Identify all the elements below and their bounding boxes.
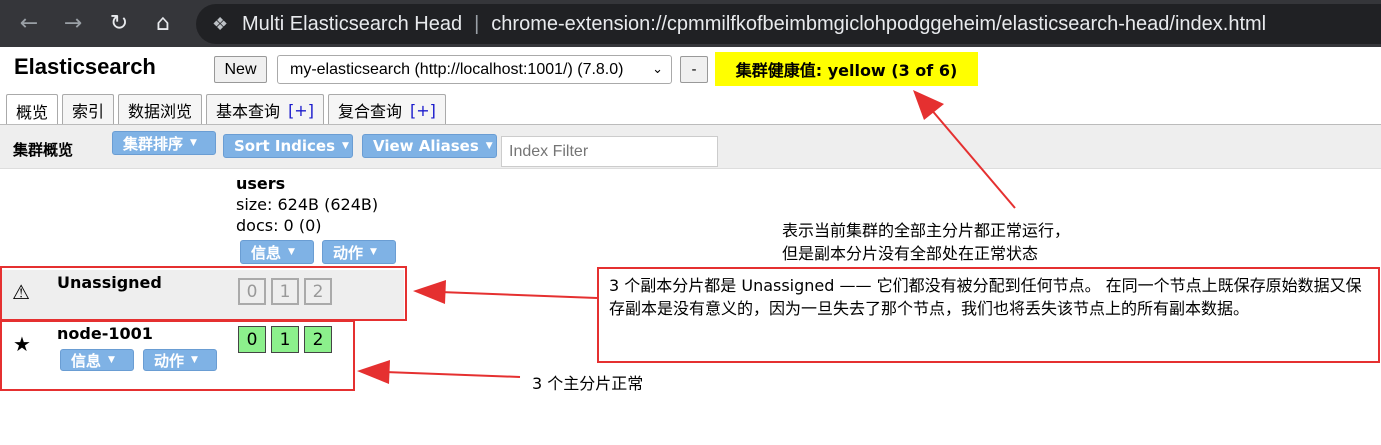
index-docs: docs: 0 (0) [236, 216, 322, 235]
tab-plus: [+] [288, 100, 314, 120]
forward-icon[interactable]: → [58, 8, 88, 38]
tab-label: 概览 [16, 102, 49, 122]
address-bar[interactable]: ❖ Multi Elasticsearch Head | chrome-exte… [196, 4, 1381, 44]
address-separator: | [474, 12, 480, 35]
tab-overview[interactable]: 概览 [6, 94, 59, 126]
tab-browser[interactable]: 数据浏览 [118, 94, 203, 125]
url-text: chrome-extension://cpmmilfkofbeimbmgiclo… [491, 12, 1267, 35]
tab-label: 数据浏览 [128, 102, 193, 121]
health-annotation-line: 但是副本分片没有全部处在正常状态 [782, 244, 1039, 263]
caret-down-icon: ▼ [485, 141, 493, 151]
remove-connection-button[interactable]: - [680, 56, 708, 83]
tab-compound-query[interactable]: 复合查询 [+] [327, 94, 446, 125]
caret-down-icon: ▼ [342, 141, 349, 151]
unassigned-highlight-box [0, 266, 407, 321]
app-title: Elasticsearch [14, 54, 156, 79]
primary-annotation: 3 个主分片正常 [532, 374, 644, 393]
cluster-health-badge: 集群健康值: yellow (3 of 6) [715, 52, 978, 86]
chevron-down-icon: ⌄ [652, 61, 663, 76]
button-label: 动作 [333, 243, 364, 262]
index-filter-input[interactable] [501, 136, 718, 167]
main-tabs: 概览 索引 数据浏览 基本查询 [+] 复合查询 [+] [6, 94, 450, 126]
new-connection-button[interactable]: New [214, 56, 267, 83]
health-annotation: 表示当前集群的全部主分片都正常运行， 但是副本分片没有全部处在正常状态 [782, 219, 1070, 265]
home-icon[interactable]: ⌂ [148, 8, 178, 38]
tab-label: 索引 [72, 102, 105, 121]
page-title: Multi Elasticsearch Head [242, 12, 463, 35]
back-icon[interactable]: ← [14, 8, 44, 38]
sort-cluster-button[interactable]: 集群排序 ▼ [112, 131, 216, 155]
caret-down-icon: ▼ [190, 138, 197, 148]
sort-indices-button[interactable]: Sort Indices ▼ [223, 134, 353, 158]
replica-arrow [413, 280, 598, 304]
primary-arrow [357, 360, 521, 384]
cluster-select-value: my-elasticsearch (http://localhost:1001/… [290, 60, 624, 78]
extension-icon: ❖ [212, 14, 229, 34]
index-info-button[interactable]: 信息 ▼ [240, 240, 314, 264]
button-label: View Aliases [373, 137, 479, 155]
browser-toolbar: ← → ↻ ⌂ ❖ Multi Elasticsearch Head | chr… [0, 0, 1381, 47]
cluster-select[interactable]: my-elasticsearch (http://localhost:1001/… [277, 55, 672, 84]
button-label: Sort Indices [234, 137, 336, 155]
replica-annotation: 3 个副本分片都是 Unassigned —— 它们都没有被分配到任何节点。 在… [597, 267, 1380, 363]
toolbar-title: 集群概览 [13, 141, 74, 159]
caret-down-icon: ▼ [370, 247, 377, 257]
tab-plus: [+] [409, 100, 436, 120]
index-name: users [236, 174, 286, 193]
node-highlight-box [0, 320, 355, 391]
tab-label: 基本查询 [216, 102, 281, 121]
button-label: 集群排序 [123, 134, 184, 153]
reload-icon[interactable]: ↻ [104, 8, 134, 38]
index-size: size: 624B (624B) [236, 195, 379, 214]
button-label: 信息 [251, 243, 282, 262]
index-action-button[interactable]: 动作 ▼ [322, 240, 396, 264]
caret-down-icon: ▼ [288, 247, 295, 257]
health-annotation-line: 表示当前集群的全部主分片都正常运行， [782, 221, 1071, 240]
tab-label: 复合查询 [337, 102, 402, 121]
view-aliases-button[interactable]: View Aliases ▼ [362, 134, 497, 158]
tab-indices[interactable]: 索引 [62, 94, 115, 125]
tab-basic-query[interactable]: 基本查询 [+] [206, 94, 324, 125]
